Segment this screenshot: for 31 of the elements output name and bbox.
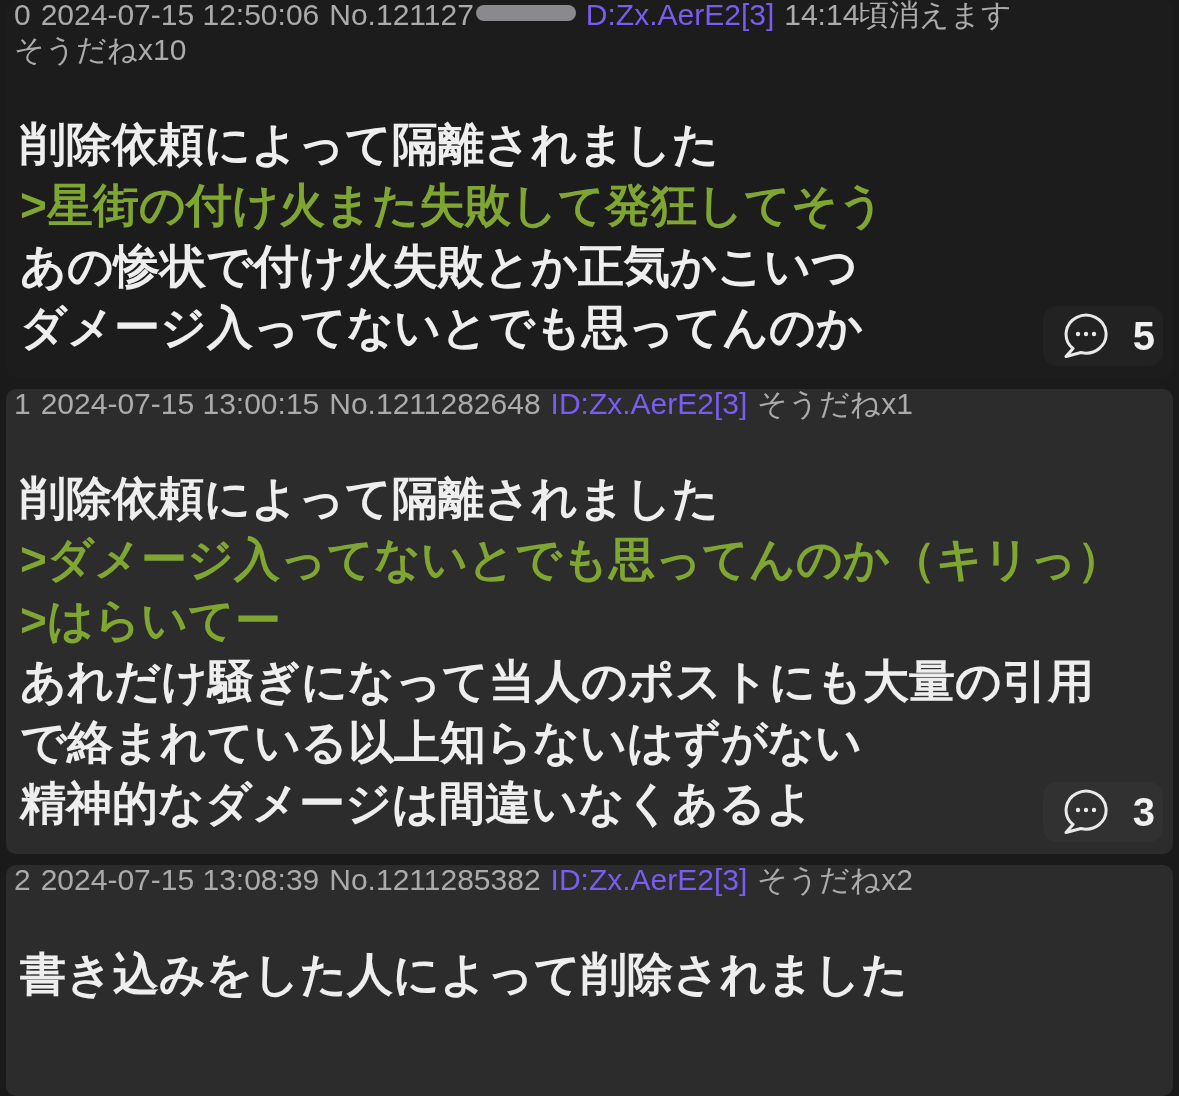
poster-id-link[interactable]: D:Zx.AerE2[3]	[585, 0, 775, 32]
post-text-line: あの惨状で付け火失敗とか正気かこいつ	[20, 239, 858, 294]
post-text-line: ダメージ入ってないとでも思ってんのか	[20, 300, 863, 355]
post-number: No.121127	[329, 0, 474, 32]
post-text-line: で絡まれている以上知らないはずがない	[20, 715, 862, 771]
reply-count-button[interactable]: 5	[1042, 306, 1163, 366]
post-number: No.1211282648	[329, 386, 541, 421]
post-datetime: 2024-07-15 12:50:06	[40, 0, 320, 32]
like-count: そうだねx10	[14, 32, 187, 67]
post-text-line: 書き込みをした人によって削除されました	[20, 947, 908, 1002]
post-text-line: 削除依頼によって隔離されました	[20, 471, 719, 526]
post-datetime: 2024-07-15 13:00:15	[40, 386, 320, 421]
quote-line: >星街の付け火また失敗して発狂してそう	[20, 178, 885, 233]
expiry-notice: 14:14頃消えます	[784, 0, 1013, 32]
like-count: そうだねx1	[757, 386, 913, 421]
like-count: そうだねx2	[757, 862, 913, 897]
quote-line: >ダメージ入ってないとでも思ってんのか（キリっ）	[20, 532, 1123, 587]
post-text-line: 削除依頼によって隔離されました	[20, 117, 719, 172]
speech-bubble-icon	[1062, 313, 1109, 359]
poster-id-link[interactable]: ID:Zx.AerE2[3]	[550, 862, 748, 897]
post-index: 2	[14, 862, 31, 897]
post-text-line: あれだけ騒ぎになって当人のポストにも大量の引用	[20, 654, 1094, 709]
post-index: 1	[14, 386, 31, 421]
post-number: No.1211285382	[329, 862, 541, 897]
speech-bubble-icon	[1062, 789, 1109, 835]
poster-id-link[interactable]: ID:Zx.AerE2[3]	[550, 386, 748, 421]
reply-count-button[interactable]: 3	[1042, 782, 1163, 842]
post-datetime: 2024-07-15 13:08:39	[40, 862, 320, 897]
post-text-line: 精神的なダメージは間違いなくあるよ	[20, 776, 813, 831]
post-index: 0	[14, 0, 31, 32]
quote-line: >はらいてー	[20, 593, 281, 648]
